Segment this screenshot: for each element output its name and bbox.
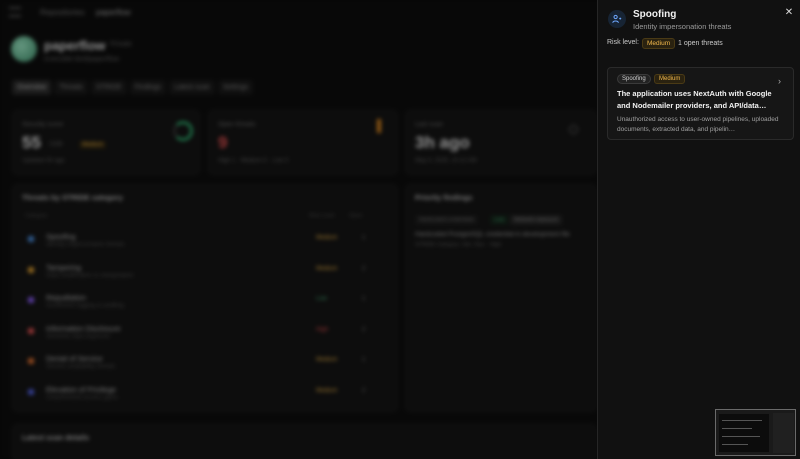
- minimap-thumbnail[interactable]: [715, 409, 796, 456]
- minimap-line: [722, 420, 762, 421]
- finding-severity-badge: Medium: [654, 74, 686, 84]
- risk-level-label: Risk level:: [607, 39, 639, 46]
- user-shield-icon: [608, 10, 626, 28]
- minimap-line: [722, 444, 748, 445]
- open-threats-count: 1 open threats: [678, 40, 723, 47]
- chevron-right-icon[interactable]: ›: [778, 76, 781, 86]
- finding-card[interactable]: Spoofing Medium › The application uses N…: [607, 67, 794, 140]
- minimap-line: [722, 436, 760, 437]
- panel-subtitle: Identity impersonation threats: [633, 22, 732, 31]
- minimap-panel: [773, 413, 794, 453]
- finding-description: Unauthorized access to user-owned pipeli…: [617, 116, 779, 133]
- modal-overlay[interactable]: [0, 0, 597, 459]
- minimap-line: [722, 428, 752, 429]
- finding-title: The application uses NextAuth with Googl…: [617, 89, 772, 110]
- close-icon[interactable]: ✕: [782, 6, 796, 20]
- finding-category-badge: Spoofing: [617, 74, 651, 84]
- panel-title: Spoofing: [633, 9, 677, 20]
- stride-detail-panel: Spoofing Identity impersonation threats …: [597, 0, 800, 459]
- risk-level-badge: Medium: [642, 38, 676, 49]
